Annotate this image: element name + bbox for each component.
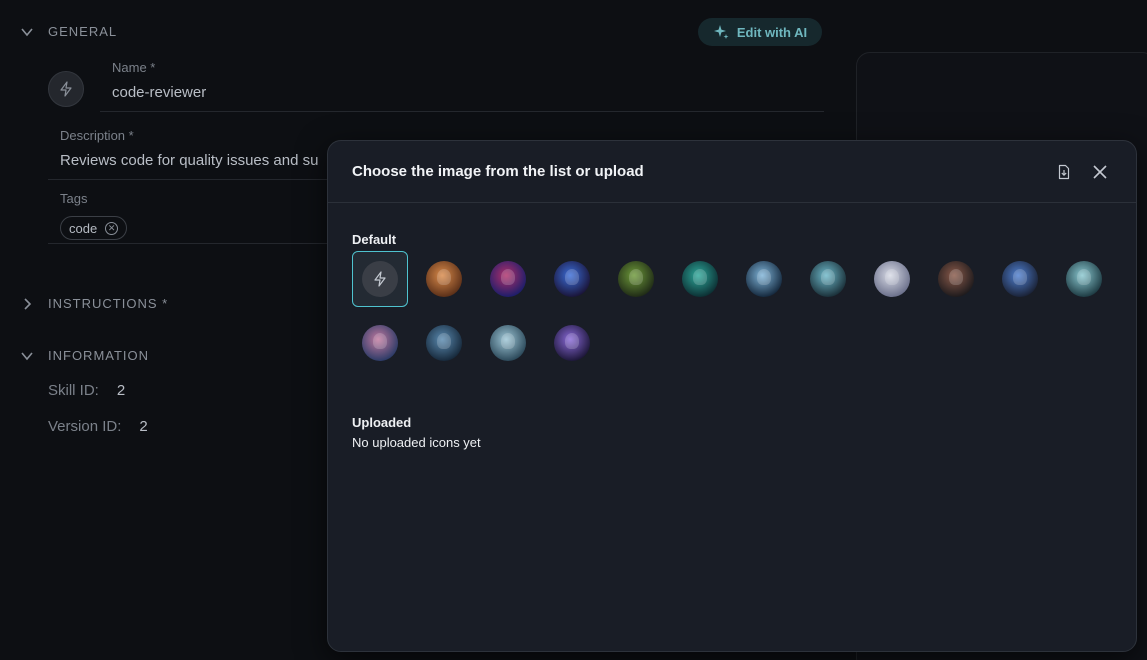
version-id-label: Version ID: <box>48 418 122 435</box>
name-underline <box>100 111 824 112</box>
tag-label: code <box>69 220 98 236</box>
pink-bot-avatar-icon <box>362 325 398 361</box>
skill-id-value: 2 <box>116 382 126 399</box>
dialog-body: Default Uploaded No uploaded icons yet <box>328 203 1136 450</box>
icon-option[interactable] <box>416 315 472 371</box>
circuit-board-avatar-icon <box>490 261 526 297</box>
icon-option[interactable] <box>480 315 536 371</box>
cyber-robot-avatar-icon <box>746 261 782 297</box>
default-icon-grid <box>352 251 1112 371</box>
upload-file-button[interactable] <box>1052 160 1076 184</box>
android-woman-avatar-icon <box>810 261 846 297</box>
icon-option[interactable] <box>736 251 792 307</box>
icon-option[interactable] <box>416 251 472 307</box>
dark-mech-avatar-icon <box>938 261 974 297</box>
section-instructions-header[interactable]: INSTRUCTIONS * <box>20 296 168 311</box>
default-group-label: Default <box>352 232 397 247</box>
edit-with-ai-button[interactable]: Edit with AI <box>698 18 822 46</box>
uploaded-group-label: Uploaded <box>352 415 412 430</box>
silver-robot-avatar-icon <box>874 261 910 297</box>
tags-label: Tags <box>60 191 88 206</box>
icon-option[interactable] <box>928 251 984 307</box>
particle-orb-avatar-icon <box>554 325 590 361</box>
icon-option[interactable] <box>608 251 664 307</box>
close-dialog-button[interactable] <box>1088 160 1112 184</box>
tags-underline <box>48 243 338 244</box>
close-icon <box>1093 164 1107 179</box>
dialog-header: Choose the image from the list or upload <box>328 141 1136 203</box>
icon-option[interactable] <box>800 251 856 307</box>
icon-option[interactable] <box>864 251 920 307</box>
version-id-row: Version ID: 2 <box>48 418 148 435</box>
uploaded-empty-message: No uploaded icons yet <box>352 435 481 450</box>
sparkle-icon <box>713 25 729 39</box>
icon-option[interactable] <box>1056 251 1112 307</box>
icon-option[interactable] <box>992 251 1048 307</box>
cyborg-face-avatar-icon <box>490 325 526 361</box>
uploaded-section: Uploaded No uploaded icons yet <box>352 415 1112 450</box>
green-chip-avatar-icon <box>618 261 654 297</box>
description-label: Description * <box>60 128 134 143</box>
orange-robot-avatar-icon <box>426 261 462 297</box>
file-download-icon <box>1058 164 1070 179</box>
name-input[interactable]: code-reviewer <box>112 84 206 101</box>
icon-option[interactable] <box>672 251 728 307</box>
description-input[interactable]: Reviews code for quality issues and su <box>60 152 318 169</box>
skill-avatar-button[interactable] <box>48 71 84 107</box>
section-general-label: GENERAL <box>48 24 118 39</box>
icon-picker-dialog: Choose the image from the list or upload… <box>327 140 1137 652</box>
description-underline <box>48 179 338 180</box>
chevron-right-icon <box>24 297 32 310</box>
skill-id-label: Skill ID: <box>48 382 99 399</box>
version-id-value: 2 <box>139 418 148 435</box>
chevron-down-icon <box>21 27 33 36</box>
edit-with-ai-label: Edit with AI <box>736 24 808 40</box>
icon-option[interactable] <box>480 251 536 307</box>
blue-woman-avatar-icon <box>1002 261 1038 297</box>
remove-tag-icon[interactable]: ✕ <box>105 221 119 235</box>
icon-option[interactable] <box>544 251 600 307</box>
neon-ring-avatar-icon <box>554 261 590 297</box>
section-information-header[interactable]: INFORMATION <box>20 348 149 363</box>
chevron-down-icon <box>21 351 33 360</box>
icon-option[interactable] <box>352 315 408 371</box>
dialog-title: Choose the image from the list or upload <box>352 163 644 180</box>
teal-vortex-avatar-icon <box>682 261 718 297</box>
section-instructions-label: INSTRUCTIONS * <box>48 296 169 311</box>
icon-option[interactable] <box>544 315 600 371</box>
lightning-placeholder-icon <box>362 261 398 297</box>
glasses-man-avatar-icon <box>1066 261 1102 297</box>
section-information-label: INFORMATION <box>48 348 150 363</box>
skill-id-row: Skill ID: 2 <box>48 382 125 399</box>
tag-chip: code ✕ <box>60 216 128 240</box>
section-general-header[interactable]: GENERAL <box>20 24 117 39</box>
suit-man-avatar-icon <box>426 325 462 361</box>
name-label: Name * <box>112 60 156 75</box>
lightning-icon <box>60 81 72 97</box>
icon-option[interactable] <box>352 251 408 307</box>
